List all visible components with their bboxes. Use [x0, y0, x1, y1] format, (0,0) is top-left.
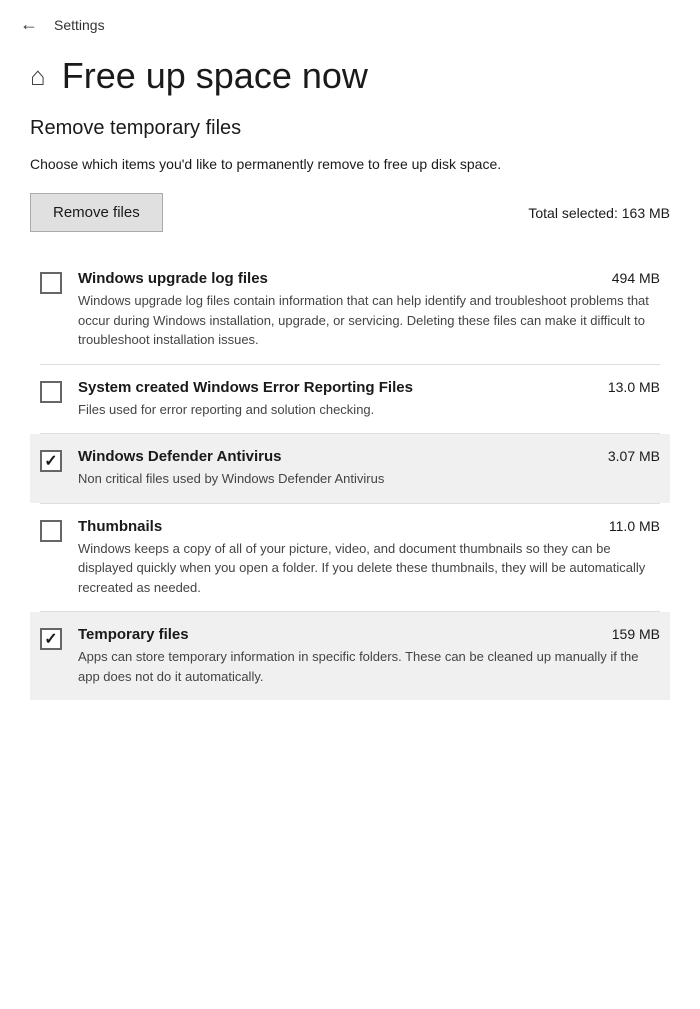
- file-list: Windows upgrade log files494 MBWindows u…: [30, 256, 670, 700]
- content-area: Remove temporary files Choose which item…: [0, 117, 700, 700]
- file-desc-windows-defender: Non critical files used by Windows Defen…: [78, 469, 660, 489]
- checkbox-temporary-files[interactable]: ✓: [40, 628, 62, 650]
- file-info-system-error-reporting: System created Windows Error Reporting F…: [78, 379, 660, 420]
- file-info-windows-upgrade-log: Windows upgrade log files494 MBWindows u…: [78, 270, 660, 350]
- file-size-windows-defender: 3.07 MB: [608, 448, 660, 464]
- section-title: Remove temporary files: [30, 117, 670, 140]
- file-header-temporary-files: Temporary files 159 MB: [78, 626, 660, 643]
- remove-files-button[interactable]: Remove files: [30, 193, 163, 232]
- file-header-windows-defender: Windows Defender Antivirus 3.07 MB: [78, 448, 660, 465]
- checkmark-icon: ✓: [44, 629, 57, 649]
- file-header-thumbnails: Thumbnails 11.0 MB: [78, 518, 660, 535]
- file-name-windows-upgrade-log: Windows upgrade log files: [78, 270, 268, 287]
- checkbox-thumbnails[interactable]: [40, 520, 62, 542]
- file-size-system-error-reporting: 13.0 MB: [608, 379, 660, 395]
- page-header: ⌂ Free up space now: [0, 45, 700, 117]
- top-bar: ← Settings: [0, 0, 700, 45]
- file-size-thumbnails: 11.0 MB: [609, 518, 660, 534]
- file-name-system-error-reporting: System created Windows Error Reporting F…: [78, 379, 413, 396]
- file-header-windows-upgrade-log: Windows upgrade log files 494 MB: [78, 270, 660, 287]
- action-row: Remove files Total selected: 163 MB: [30, 193, 670, 232]
- file-desc-temporary-files: Apps can store temporary information in …: [78, 647, 660, 686]
- file-info-temporary-files: Temporary files 159 MB Apps can store temp…: [78, 626, 660, 686]
- checkbox-windows-upgrade-log[interactable]: [40, 272, 62, 294]
- file-name-thumbnails: Thumbnails: [78, 518, 162, 535]
- file-desc-thumbnails: Windows keeps a copy of all of your pict…: [78, 539, 660, 598]
- file-item-temporary-files: ✓ Temporary files 159 MB Apps can store tem…: [30, 612, 670, 700]
- top-bar-title: Settings: [54, 17, 105, 33]
- checkbox-windows-defender[interactable]: ✓: [40, 450, 62, 472]
- file-item-windows-defender: ✓ Windows Defender Antivirus 3.07 MB Non cr…: [30, 434, 670, 503]
- file-header-system-error-reporting: System created Windows Error Reporting F…: [78, 379, 660, 396]
- file-item-thumbnails: Thumbnails 11.0 MB Windows keeps a copy of…: [30, 504, 670, 612]
- total-selected: Total selected: 163 MB: [528, 205, 670, 221]
- file-info-windows-defender: Windows Defender Antivirus 3.07 MB Non cri…: [78, 448, 660, 489]
- checkmark-icon: ✓: [44, 451, 57, 471]
- file-desc-windows-upgrade-log: Windows upgrade log files contain inform…: [78, 291, 660, 350]
- file-info-thumbnails: Thumbnails 11.0 MB Windows keeps a copy of…: [78, 518, 660, 598]
- back-icon[interactable]: ←: [20, 14, 38, 35]
- file-name-windows-defender: Windows Defender Antivirus: [78, 448, 282, 465]
- file-item-system-error-reporting: System created Windows Error Reporting F…: [30, 365, 670, 434]
- file-size-temporary-files: 159 MB: [612, 626, 660, 642]
- file-item-windows-upgrade-log: Windows upgrade log files494 MBWindows u…: [30, 256, 670, 364]
- page-title: Free up space now: [62, 55, 368, 97]
- home-icon: ⌂: [30, 61, 46, 92]
- file-desc-system-error-reporting: Files used for error reporting and solut…: [78, 400, 660, 420]
- checkbox-system-error-reporting[interactable]: [40, 381, 62, 403]
- file-name-temporary-files: Temporary files: [78, 626, 189, 643]
- file-size-windows-upgrade-log: 494 MB: [612, 270, 660, 286]
- description-text: Choose which items you'd like to permane…: [30, 154, 670, 175]
